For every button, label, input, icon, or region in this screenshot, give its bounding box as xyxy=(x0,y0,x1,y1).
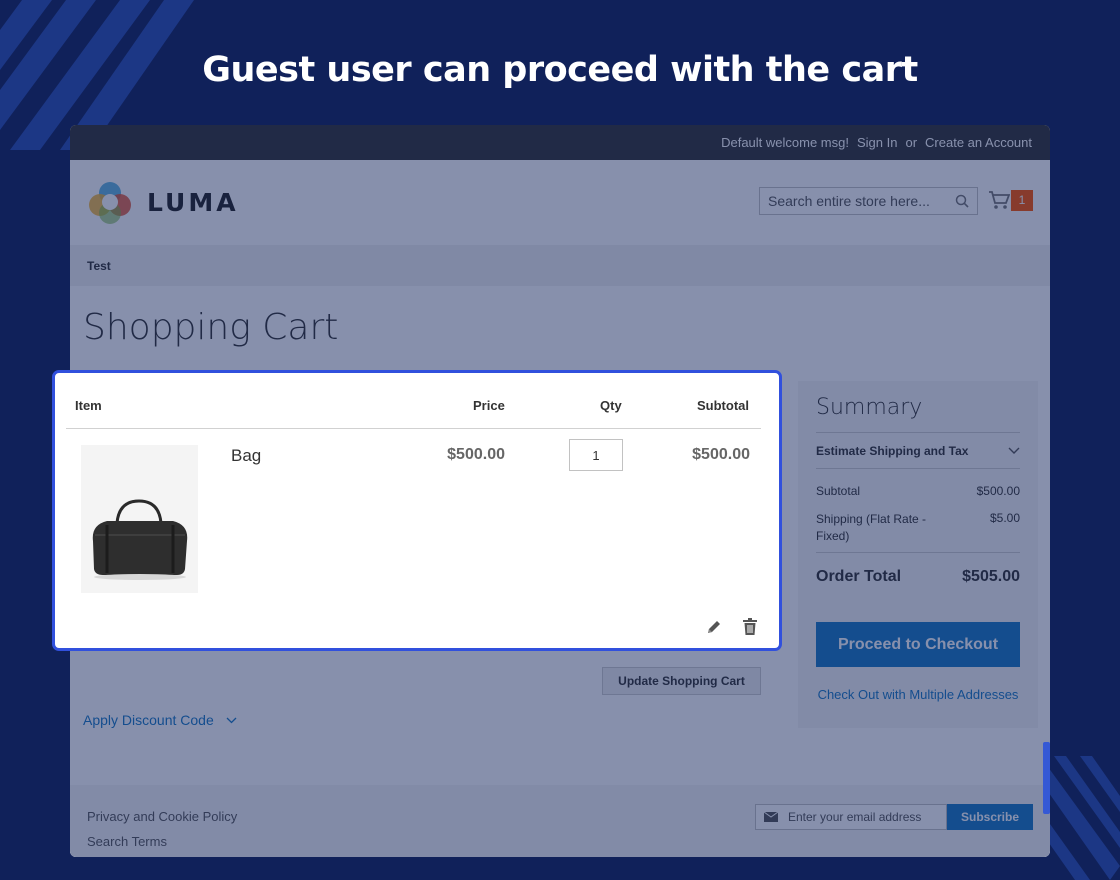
estimate-shipping-label: Estimate Shipping and Tax xyxy=(816,443,969,458)
update-cart-button[interactable]: Update Shopping Cart xyxy=(602,667,761,695)
create-account-link[interactable]: Create an Account xyxy=(925,135,1032,150)
welcome-message: Default welcome msg! xyxy=(721,135,849,150)
product-image[interactable] xyxy=(81,445,198,593)
sign-in-link[interactable]: Sign In xyxy=(857,135,897,150)
search-placeholder: Search entire store here... xyxy=(768,193,930,209)
newsletter-form: Enter your email address Subscribe xyxy=(755,804,1033,830)
shipping-row: Shipping (Flat Rate - Fixed) $5.00 xyxy=(816,511,1020,553)
top-bar: Default welcome msg! Sign In or Create a… xyxy=(70,125,1050,160)
page-title: Shopping Cart xyxy=(83,307,339,348)
cart-count-badge[interactable]: 1 xyxy=(1011,190,1033,211)
order-summary: Summary Estimate Shipping and Tax Subtot… xyxy=(798,381,1038,728)
newsletter-placeholder: Enter your email address xyxy=(788,810,922,824)
column-subtotal: Subtotal xyxy=(697,398,749,413)
footer-link-privacy[interactable]: Privacy and Cookie Policy xyxy=(87,804,237,829)
apply-discount-label: Apply Discount Code xyxy=(83,712,214,728)
logo-text: LUMA xyxy=(147,187,239,217)
envelope-icon xyxy=(764,812,778,822)
subtotal-label: Subtotal xyxy=(816,484,861,498)
chevron-down-icon xyxy=(226,717,237,723)
apply-discount-toggle[interactable]: Apply Discount Code xyxy=(83,712,237,728)
product-name[interactable]: Bag xyxy=(231,446,261,466)
product-subtotal: $500.00 xyxy=(692,446,750,463)
edit-pencil-icon[interactable] xyxy=(706,619,722,635)
header: LUMA Search entire store here... 1 xyxy=(70,160,1050,245)
chevron-down-icon xyxy=(1008,447,1020,454)
footer: Privacy and Cookie Policy Search Terms E… xyxy=(70,785,1050,857)
search-input[interactable]: Search entire store here... xyxy=(759,187,978,215)
search-icon[interactable] xyxy=(955,194,969,208)
order-total-value: $505.00 xyxy=(962,568,1020,585)
product-price: $500.00 xyxy=(447,446,505,463)
luma-logo-icon xyxy=(89,182,131,224)
logo[interactable]: LUMA xyxy=(87,179,239,225)
nav-bar: Test xyxy=(70,245,1050,286)
column-price: Price xyxy=(473,398,505,413)
column-qty: Qty xyxy=(600,398,622,413)
summary-title: Summary xyxy=(816,381,1020,433)
nav-item-test[interactable]: Test xyxy=(87,259,111,273)
subtotal-value: $500.00 xyxy=(976,484,1020,498)
cart-table-header: Item Price Qty Subtotal xyxy=(66,373,761,429)
shipping-label: Shipping (Flat Rate - Fixed) xyxy=(816,512,927,543)
footer-link-search-terms[interactable]: Search Terms xyxy=(87,829,237,854)
cart-icon[interactable] xyxy=(988,190,1010,210)
cart-items-panel: Item Price Qty Subtotal Bag $500.00 1 $5… xyxy=(52,370,782,651)
order-total-row: Order Total $505.00 xyxy=(816,568,1020,586)
subtotal-row: Subtotal $500.00 xyxy=(816,484,1020,498)
scrollbar-accent xyxy=(1043,742,1050,814)
multiple-addresses-link[interactable]: Check Out with Multiple Addresses xyxy=(816,687,1020,702)
headline: Guest user can proceed with the cart xyxy=(202,50,918,90)
shipping-value: $5.00 xyxy=(989,511,1020,525)
footer-links: Privacy and Cookie Policy Search Terms xyxy=(87,804,237,854)
order-total-label: Order Total xyxy=(816,568,902,585)
proceed-to-checkout-button[interactable]: Proceed to Checkout xyxy=(816,622,1020,667)
estimate-shipping-toggle[interactable]: Estimate Shipping and Tax xyxy=(816,433,1020,469)
trash-icon[interactable] xyxy=(743,618,757,635)
column-item: Item xyxy=(75,398,102,413)
duffel-bag-image xyxy=(92,499,188,580)
or-text: or xyxy=(905,135,918,150)
newsletter-email-input[interactable]: Enter your email address xyxy=(755,804,947,830)
quantity-input[interactable]: 1 xyxy=(569,439,623,471)
subscribe-button[interactable]: Subscribe xyxy=(947,804,1033,830)
